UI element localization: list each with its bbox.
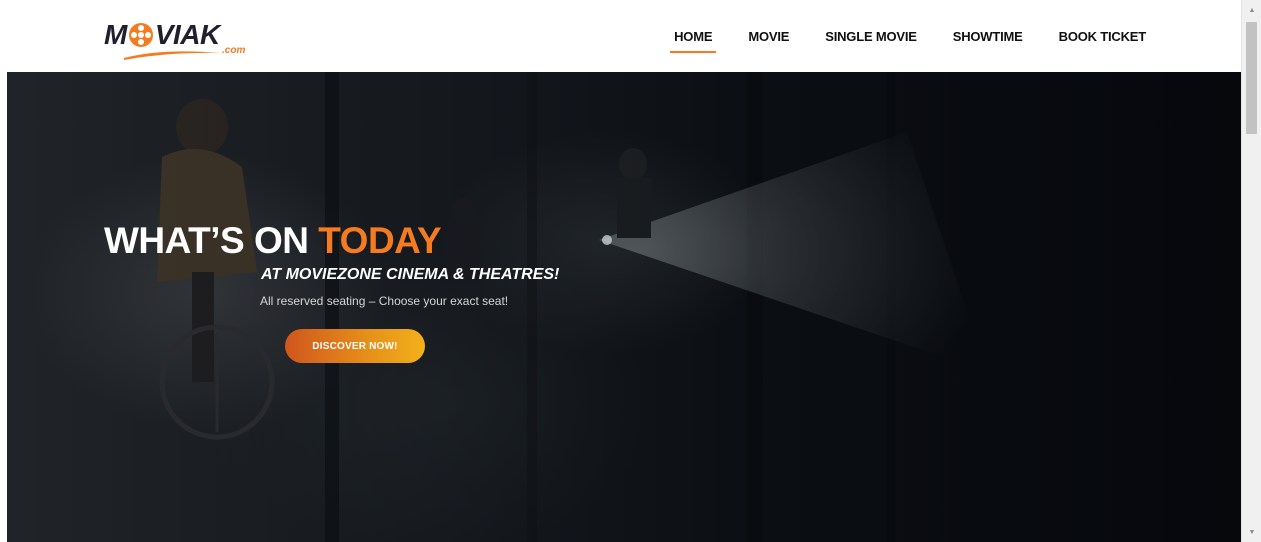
- nav-item-book-ticket[interactable]: BOOK TICKET: [1059, 25, 1147, 48]
- triangle-down-icon[interactable]: ▼: [1242, 524, 1261, 540]
- hero-banner: WHAT’S ON TODAY AT MOVIEZONE CINEMA & TH…: [7, 72, 1241, 542]
- hero-background-image: [7, 72, 1241, 542]
- page: M VIAK .com HOME MOVIE SINGLE MOVIE SHOW…: [0, 0, 1241, 542]
- triangle-up-icon[interactable]: ▲: [1242, 2, 1261, 18]
- hero-title-accent: TODAY: [318, 220, 442, 261]
- nav-item-showtime[interactable]: SHOWTIME: [953, 25, 1023, 48]
- logo-text-right: VIAK: [154, 19, 220, 50]
- hero-description: All reserved seating – Choose your exact…: [260, 294, 509, 308]
- site-header: M VIAK .com HOME MOVIE SINGLE MOVIE SHOW…: [0, 0, 1241, 72]
- film-reel-icon: [128, 23, 153, 47]
- page-scrollbar[interactable]: ▲ ▼: [1241, 0, 1261, 542]
- discover-now-button[interactable]: DISCOVER NOW!: [285, 329, 425, 363]
- nav-item-single-movie[interactable]: SINGLE MOVIE: [825, 25, 917, 48]
- hero-subtitle: AT MOVIEZONE CINEMA & THEATRES!: [261, 266, 560, 283]
- logo-suffix: .com: [222, 45, 246, 56]
- site-logo[interactable]: M VIAK .com: [104, 20, 254, 62]
- logo-swoosh: [124, 51, 220, 60]
- nav-item-home[interactable]: HOME: [670, 25, 717, 53]
- main-nav: HOME MOVIE SINGLE MOVIE SHOWTIME BOOK TI…: [638, 0, 1146, 72]
- hero-title-main: WHAT’S ON: [104, 220, 319, 261]
- scroll-thumb[interactable]: [1246, 22, 1257, 134]
- hero-title: WHAT’S ON TODAY: [104, 220, 442, 262]
- nav-item-movie[interactable]: MOVIE: [748, 25, 789, 48]
- logo-text-left: M: [104, 19, 127, 50]
- logo-wordmark: M VIAK: [104, 20, 220, 50]
